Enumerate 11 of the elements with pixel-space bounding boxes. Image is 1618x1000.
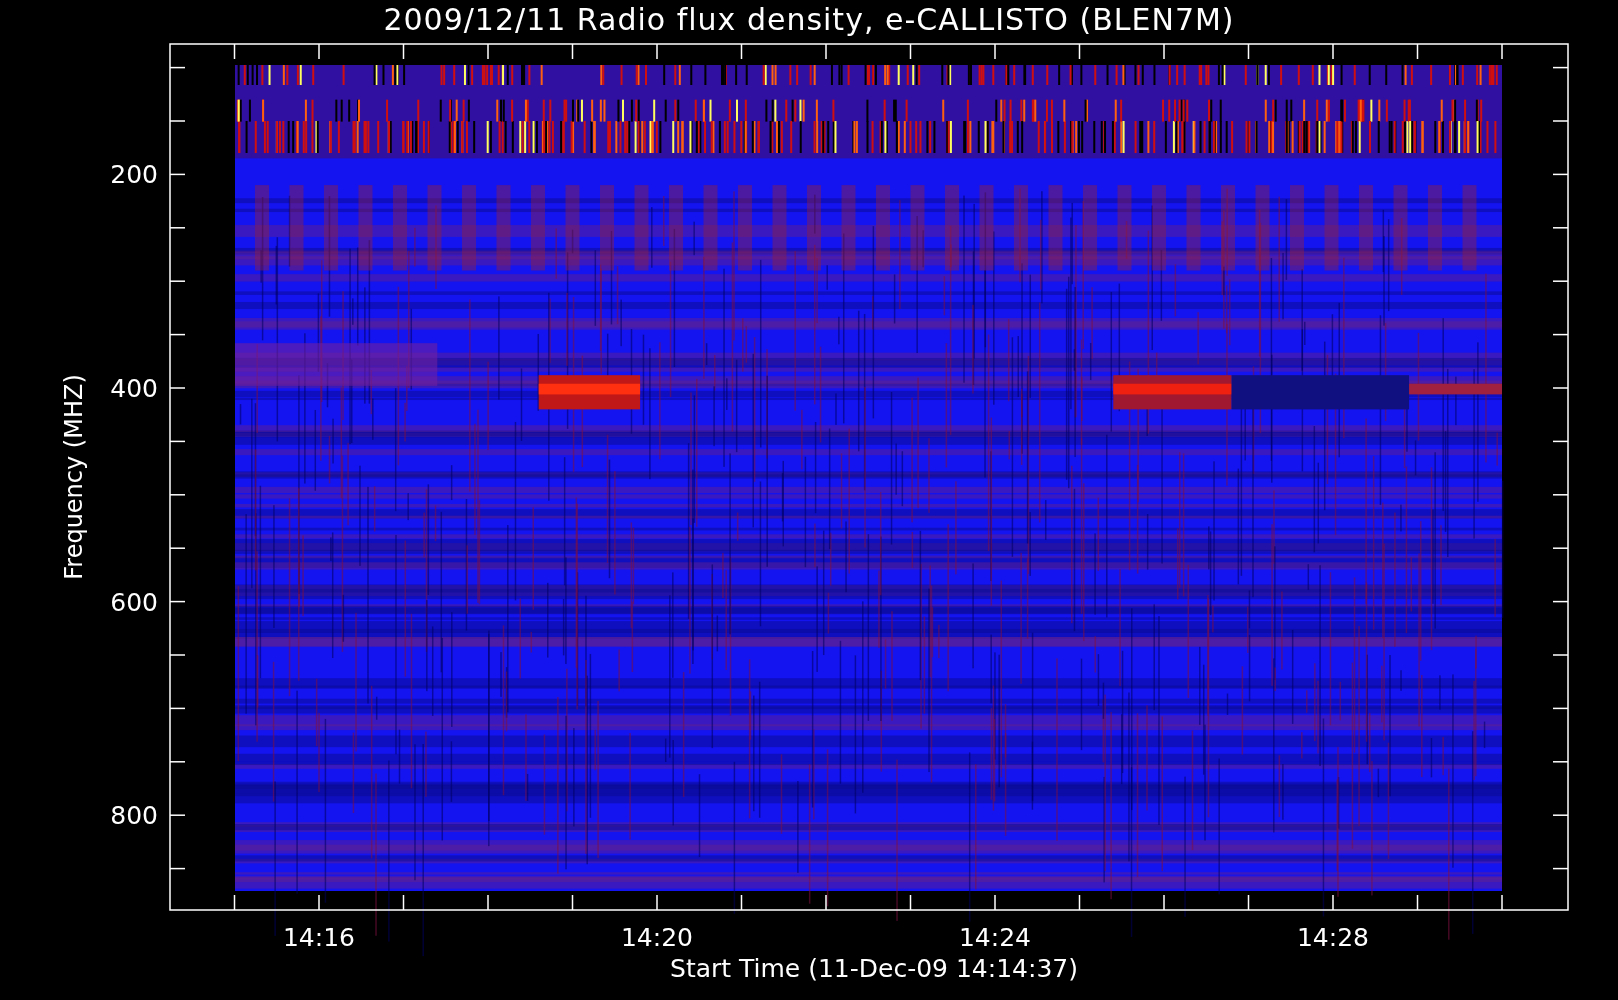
x-tick-label: 14:28 [1297,923,1369,952]
x-tick-label: 14:24 [959,923,1031,952]
y-tick-label: 600 [110,587,158,617]
y-tick-label: 200 [110,160,158,190]
chart-title: 2009/12/11 Radio flux density, e-CALLISTO (BLEN7M) [383,1,1235,39]
y-tick-label: 800 [110,801,158,831]
x-tick-label: 14:20 [621,923,693,952]
y-tick-label: 400 [110,374,158,403]
x-axis-label: Start Time (11-Dec-09 14:14:37) [670,954,1078,983]
y-axis-label: Frequency (MHZ) [60,374,88,580]
x-tick-label: 14:16 [283,923,355,952]
